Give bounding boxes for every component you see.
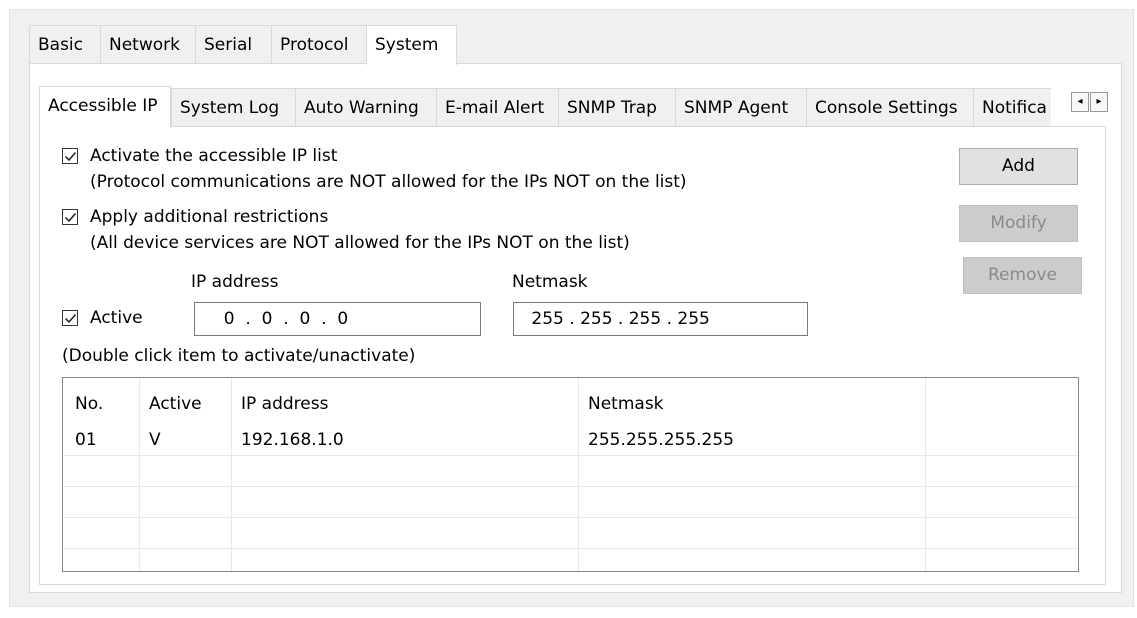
- additional-restrictions-checkbox[interactable]: [62, 209, 78, 225]
- netmask-label: Netmask: [512, 272, 588, 292]
- tab-system-log[interactable]: System Log: [171, 88, 295, 126]
- column-header-ip-address[interactable]: IP address: [229, 386, 328, 422]
- tab-snmp-trap[interactable]: SNMP Trap: [558, 88, 675, 126]
- tab-basic[interactable]: Basic: [29, 25, 100, 63]
- check-icon: [64, 213, 77, 223]
- check-icon: [64, 152, 77, 162]
- activate-list-checkbox[interactable]: [62, 148, 78, 164]
- column-header-active[interactable]: Active: [137, 386, 202, 422]
- cell-ip-address: 192.168.1.0: [241, 430, 344, 450]
- ip-address-input[interactable]: 0 . 0 . 0 . 0: [194, 302, 481, 336]
- cell-active: V: [149, 430, 161, 450]
- column-header-no[interactable]: No.: [63, 386, 103, 422]
- tab-auto-warning[interactable]: Auto Warning: [295, 88, 436, 126]
- add-button[interactable]: Add: [959, 148, 1078, 185]
- cell-no: 01: [75, 430, 97, 450]
- remove-button[interactable]: Remove: [963, 257, 1082, 294]
- modify-button[interactable]: Modify: [959, 205, 1078, 242]
- cell-netmask: 255.255.255.255: [588, 430, 735, 450]
- tab-serial[interactable]: Serial: [195, 25, 271, 63]
- tab-email-alert[interactable]: E-mail Alert: [436, 88, 558, 126]
- scroll-left-icon[interactable]: ◂: [1071, 92, 1089, 112]
- ip-address-label: IP address: [191, 272, 279, 292]
- active-checkbox[interactable]: [62, 310, 78, 326]
- additional-restrictions-label: Apply additional restrictions: [90, 207, 329, 227]
- tab-snmp-agent[interactable]: SNMP Agent: [675, 88, 806, 126]
- column-header-netmask[interactable]: Netmask: [576, 386, 664, 422]
- tab-network[interactable]: Network: [100, 25, 195, 63]
- additional-restrictions-note: (All device services are NOT allowed for…: [90, 233, 630, 253]
- activate-list-note: (Protocol communications are NOT allowed…: [90, 172, 687, 192]
- tab-notification[interactable]: Notifica: [973, 88, 1051, 126]
- double-click-hint: (Double click item to activate/unactivat…: [62, 346, 416, 366]
- accessible-ip-table[interactable]: No. Active IP address Netmask 01 V 192.1…: [62, 377, 1079, 572]
- check-icon: [64, 314, 77, 324]
- tab-accessible-ip[interactable]: Accessible IP: [39, 86, 171, 128]
- netmask-input[interactable]: 255 . 255 . 255 . 255: [513, 302, 808, 336]
- activate-list-label: Activate the accessible IP list: [90, 146, 338, 166]
- scroll-right-icon[interactable]: ▸: [1090, 92, 1108, 112]
- tab-console-settings[interactable]: Console Settings: [806, 88, 973, 126]
- active-label: Active: [90, 308, 143, 328]
- tab-protocol[interactable]: Protocol: [271, 25, 366, 63]
- tab-system[interactable]: System: [366, 25, 457, 65]
